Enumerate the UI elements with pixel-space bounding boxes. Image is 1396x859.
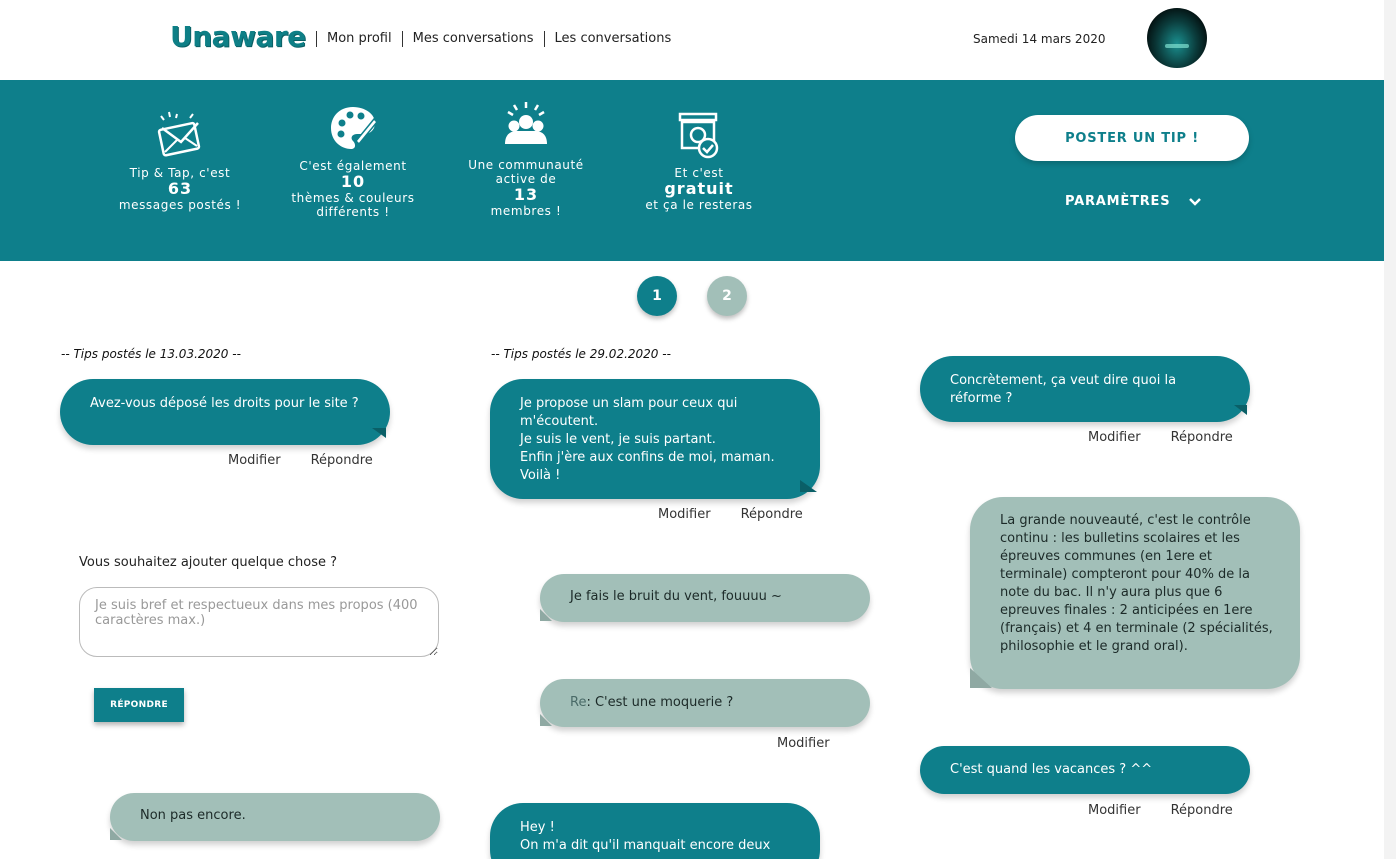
stat-label: membres ! — [490, 204, 562, 218]
reply-bubble: Non pas encore. — [110, 793, 440, 841]
bubble-tail — [540, 609, 552, 621]
top-bar: Unaware Mon profil Mes conversations Les… — [0, 0, 1384, 80]
scrollbar-track[interactable] — [1384, 0, 1396, 859]
tip-actions: Modifier Répondre — [1088, 803, 1233, 818]
bubble-tail — [110, 828, 122, 840]
tip-bubble: C'est quand les vacances ? ^^ — [920, 746, 1250, 794]
bubble-tail — [540, 714, 552, 726]
stat-label: thèmes & couleurs différents ! — [291, 191, 415, 219]
stat-community: Une communauté active de 13 membres ! — [446, 100, 606, 218]
tip-bubble: Je propose un slam pour ceux qui m'écout… — [490, 379, 820, 499]
bubble-tail — [970, 668, 992, 688]
tip-actions: Modifier Répondre — [658, 507, 803, 522]
tip-actions: Modifier Répondre — [228, 453, 373, 468]
free-icon — [678, 112, 719, 159]
reply-bubble: Je fais le bruit du vent, fouuuu ~ — [540, 574, 870, 622]
settings-label: PARAMÈTRES — [1065, 194, 1171, 209]
tip-bubble: Concrètement, ça veut dire quoi la réfor… — [920, 356, 1250, 422]
modify-link[interactable]: Modifier — [1088, 430, 1141, 445]
stats-band: Tip & Tap, c'est 63 messages postés ! C'… — [0, 80, 1384, 261]
reply-actions: Modifier — [777, 736, 830, 751]
stat-label: Et c'est — [674, 166, 724, 180]
stat-label: messages postés ! — [118, 198, 242, 212]
reply-link[interactable]: Répondre — [311, 453, 373, 468]
nav-my-conversations[interactable]: Mes conversations — [401, 31, 544, 47]
bubble-tail — [800, 480, 817, 492]
stat-value: 10 — [340, 172, 366, 191]
tip-bubble: Avez-vous déposé les droits pour le site… — [60, 379, 390, 445]
modify-link[interactable]: Modifier — [1088, 803, 1141, 818]
day-label: -- Tips postés le 13.03.2020 -- — [61, 347, 241, 361]
reply-button[interactable]: RÉPONDRE — [94, 688, 184, 722]
stat-value: gratuit — [664, 179, 734, 198]
stat-free: Et c'est gratuit et ça le resteras — [619, 108, 779, 212]
reply-prompt: Vous souhaitez ajouter quelque chose ? — [79, 555, 338, 570]
modify-link[interactable]: Modifier — [658, 507, 711, 522]
reply-link[interactable]: Répondre — [741, 507, 803, 522]
community-icon — [505, 102, 547, 144]
day-label: -- Tips postés le 29.02.2020 -- — [491, 347, 671, 361]
tip-bubble: Hey ! On m'a dit qu'il manquait encore d… — [490, 803, 820, 859]
stat-themes: C'est également 10 thèmes & couleurs dif… — [273, 101, 433, 219]
palette-icon — [331, 107, 379, 149]
reply-prefix: Re — [570, 695, 587, 710]
page-button-2[interactable]: 2 — [707, 276, 747, 316]
user-avatar[interactable] — [1147, 8, 1207, 68]
stat-value: 63 — [167, 179, 193, 198]
bubble-tail — [372, 428, 386, 438]
envelope-icon — [157, 111, 201, 157]
post-tip-button[interactable]: POSTER UN TIP ! — [1015, 115, 1249, 161]
bubble-tail — [1234, 405, 1247, 415]
reply-text: : C'est une moquerie ? — [586, 695, 734, 710]
stat-label: et ça le resteras — [645, 198, 753, 212]
reply-link[interactable]: Répondre — [1171, 803, 1233, 818]
settings-toggle[interactable]: PARAMÈTRES — [1065, 194, 1202, 209]
tip-actions: Modifier Répondre — [1088, 430, 1233, 445]
reply-link[interactable]: Répondre — [1171, 430, 1233, 445]
site-logo[interactable]: Unaware — [170, 20, 306, 53]
current-date: Samedi 14 mars 2020 — [973, 32, 1106, 46]
stat-messages: Tip & Tap, c'est 63 messages postés ! — [100, 108, 260, 212]
page-button-1[interactable]: 1 — [637, 276, 677, 316]
nav-conversations[interactable]: Les conversations — [543, 31, 682, 47]
modify-link[interactable]: Modifier — [228, 453, 281, 468]
nav-my-profile[interactable]: Mon profil — [316, 31, 402, 47]
reply-bubble: Re: C'est une moquerie ? — [540, 679, 870, 727]
reply-textarea[interactable] — [79, 587, 439, 657]
chevron-down-icon — [1189, 197, 1202, 206]
main-nav: Mon profil Mes conversations Les convers… — [316, 31, 681, 47]
modify-link[interactable]: Modifier — [777, 736, 830, 751]
stat-value: 13 — [513, 185, 539, 204]
stat-label: Une communauté active de — [468, 158, 584, 186]
stat-label: C'est également — [299, 159, 407, 173]
stat-label: Tip & Tap, c'est — [129, 166, 231, 180]
reply-bubble: La grande nouveauté, c'est le contrôle c… — [970, 497, 1300, 689]
